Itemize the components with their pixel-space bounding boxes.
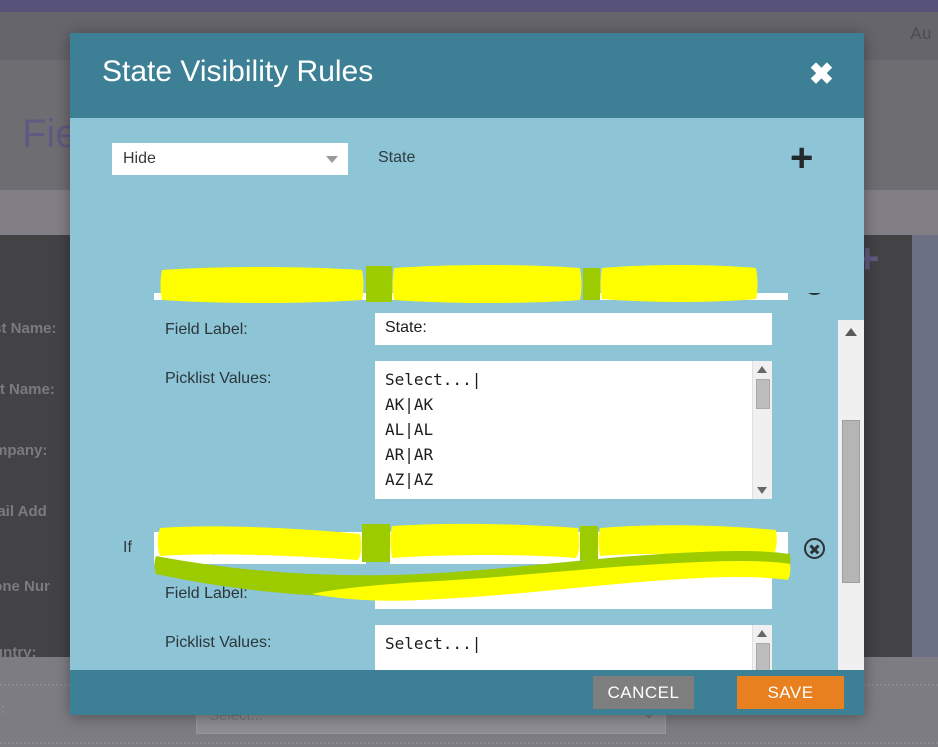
field-label-row: Field Label: State: (70, 573, 836, 622)
picklist-caption: Picklist Values: (165, 634, 272, 651)
field-label-input[interactable]: State: (375, 313, 772, 345)
background-right-column (912, 235, 938, 657)
rule-condition-row: If Country Not Contains US (70, 293, 836, 309)
chevron-down-icon (326, 156, 338, 163)
rule-block: If Country Not Contains America Field La… (70, 527, 836, 670)
state-visibility-rules-modal: State Visibility Rules ✖ Hide State + Fi… (70, 33, 864, 715)
picklist-values-text: Select...| AK|AK AL|AL AR|AR AZ|AZ (385, 370, 482, 489)
scroll-up-icon[interactable] (757, 630, 767, 637)
picklist-values-textarea[interactable]: Select...| AK|AK AL|AL AR|AR AZ|AZ (375, 361, 772, 499)
rule-value-input[interactable]: America (598, 532, 788, 564)
close-icon[interactable]: ✖ (809, 60, 834, 90)
field-label-value: State: (385, 319, 427, 336)
field-label-caption: Field Label: (165, 585, 248, 602)
modal-footer: CANCEL SAVE (70, 670, 864, 715)
field-label-caption: Field Label: (165, 321, 248, 338)
rule-block: If Country Not Contains US (70, 293, 836, 508)
field-label-row: Field Label: State: (70, 309, 836, 358)
target-field-name: State (378, 149, 416, 166)
cancel-button[interactable]: CANCEL (593, 676, 694, 709)
rule-field-value: Country (164, 538, 221, 555)
picklist-scrollbar[interactable] (752, 361, 772, 499)
visibility-action-value: Hide (123, 150, 156, 167)
rule-value-input[interactable]: US (598, 293, 788, 300)
picklist-values-text: Select...| (385, 634, 482, 653)
scroll-thumb[interactable] (842, 420, 860, 583)
remove-rule-icon[interactable] (804, 538, 825, 559)
modal-scrollbar[interactable] (838, 320, 864, 670)
rule-field-select[interactable]: Country (154, 293, 366, 300)
chevron-down-icon (559, 544, 571, 551)
rules-scroll-viewport: If Country Not Contains US (70, 293, 836, 670)
picklist-row: Picklist Values: Select...| AK|AK AL|AL … (70, 358, 836, 508)
rules-list: If Country Not Contains US (70, 293, 836, 670)
field-label-value: State: (385, 583, 427, 600)
add-rule-button[interactable]: + (790, 138, 813, 178)
browser-top-strip (0, 0, 938, 12)
picklist-caption: Picklist Values: (165, 370, 272, 387)
if-label: If (123, 539, 132, 556)
modal-header: State Visibility Rules ✖ (70, 33, 864, 118)
background-state-label: tate: (0, 700, 6, 717)
modal-title: State Visibility Rules (102, 55, 374, 88)
scroll-up-icon[interactable] (845, 328, 857, 336)
scroll-thumb[interactable] (756, 643, 770, 670)
rule-operator-value: Not Contains (400, 538, 493, 555)
picklist-values-textarea[interactable]: Select...| (375, 625, 772, 670)
picklist-row: Picklist Values: Select...| (70, 622, 836, 670)
rule-condition-row: If Country Not Contains America (70, 527, 836, 573)
visibility-action-row: Hide State + (70, 118, 864, 193)
screen: Au Fie First Name: Last Name: Company: E… (0, 0, 938, 747)
background-divider-bottom (0, 742, 938, 745)
rule-operator-select[interactable]: Not Contains (390, 532, 580, 564)
remove-rule-icon[interactable] (804, 293, 825, 295)
chevron-down-icon (345, 544, 357, 551)
rule-value-text: America (608, 538, 667, 555)
visibility-action-select[interactable]: Hide (112, 143, 348, 175)
field-label-input[interactable]: State: (375, 577, 772, 609)
modal-body: Hide State + If (70, 118, 864, 670)
save-button[interactable]: SAVE (737, 676, 844, 709)
picklist-scrollbar[interactable] (752, 625, 772, 670)
rule-operator-select[interactable]: Not Contains (390, 293, 580, 300)
account-menu-label[interactable]: Au (910, 24, 932, 44)
scroll-down-icon[interactable] (757, 487, 767, 494)
scroll-thumb[interactable] (756, 379, 770, 409)
rule-field-select[interactable]: Country (154, 532, 366, 564)
scroll-up-icon[interactable] (757, 366, 767, 373)
